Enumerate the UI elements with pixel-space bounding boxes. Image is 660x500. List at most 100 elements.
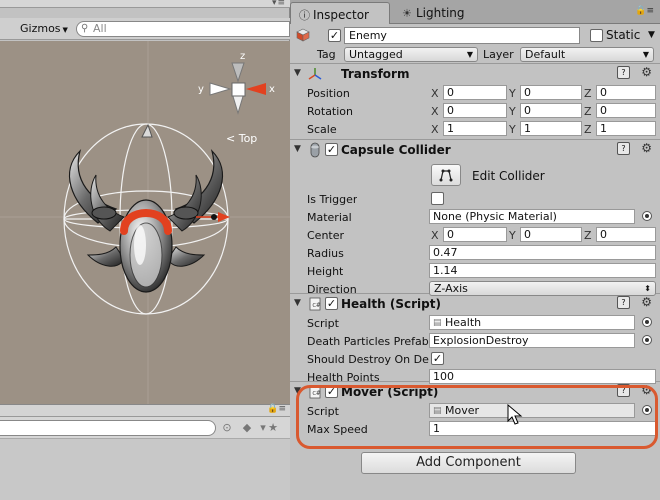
position-y-field[interactable]: 0 [520,85,582,100]
center-row: Center X 0 Y 0 Z 0 [290,226,660,244]
component-header[interactable]: ▼ c# ✓ Health (Script) ? ⚙ [290,294,660,314]
rotation-y-field[interactable]: 0 [520,103,582,118]
transform-position-row: Position X 0 Y 0 Z 0 [290,84,660,102]
foldout-arrow-icon[interactable]: ▼ [294,298,301,308]
chevron-down-icon[interactable]: ▼ [648,30,655,40]
tag-dropdown[interactable]: Untagged ▼ [344,47,478,62]
help-book-icon[interactable]: ? [617,384,630,397]
foldout-arrow-icon[interactable]: ▼ [294,144,301,154]
collider-enabled-checkbox[interactable]: ✓ [325,143,338,156]
max-speed-row: Max Speed 1 [290,420,660,438]
height-row: Height 1.14 [290,262,660,280]
tab-inspector[interactable]: ⓘ Inspector [290,2,390,24]
rotation-z-field[interactable]: 0 [596,103,656,118]
gameobject-cube-icon [296,28,310,42]
position-x-field[interactable]: 0 [443,85,507,100]
gizmos-dropdown[interactable]: Gizmos ▼ [20,22,68,35]
axis-label: Y [509,123,516,136]
axis-label: Z [584,123,592,136]
orientation-gizmo[interactable]: z x y < Top [198,51,275,145]
foldout-arrow-icon[interactable]: ▼ [294,386,301,396]
edit-collider-label: Edit Collider [472,169,545,183]
component-header[interactable]: ▼ Transform ? ⚙ [290,64,660,84]
help-book-icon[interactable]: ? [617,296,630,309]
project-search-input[interactable] [0,420,216,436]
add-component-button[interactable]: Add Component [361,452,576,474]
enemy-ship[interactable] [69,148,223,293]
row-label: Radius [307,247,344,260]
filter-type-icon[interactable]: ⊙ [220,422,234,434]
favorites-star-icon[interactable]: ★ [266,422,280,434]
scene-search-input[interactable]: ⚲ All [76,21,290,37]
search-icon: ⚲ [81,23,89,34]
center-z-field[interactable]: 0 [596,227,656,242]
is-trigger-checkbox[interactable] [431,192,444,205]
rotation-x-field[interactable]: 0 [443,103,507,118]
scene-tab-strip: ▾≡ [0,0,290,8]
foldout-arrow-icon[interactable]: ▼ [294,68,301,78]
should-destroy-checkbox[interactable]: ✓ [431,352,444,365]
gameobject-name-field[interactable]: Enemy [344,27,580,44]
panel-options-icon[interactable]: ▾≡ [272,0,286,8]
bottom-toolbar: ⊙ ◆ ▾ ★ [0,417,290,439]
panel-options-icon[interactable]: 🔒≡ [267,404,286,414]
tab-lighting[interactable]: ☀ Lighting [394,2,484,24]
gizmos-label: Gizmos [20,22,61,35]
search-placeholder: All [93,22,107,35]
gear-icon[interactable]: ⚙ [641,383,652,397]
health-enabled-checkbox[interactable]: ✓ [325,297,338,310]
axis-label: X [431,87,439,100]
axis-label: X [431,105,439,118]
gear-icon[interactable]: ⚙ [641,295,652,309]
edit-collider-button[interactable] [431,164,461,186]
static-checkbox[interactable] [590,29,603,42]
mover-script-component: ▼ c# ✓ Mover (Script) ? ⚙ Script ▤ Mover … [290,382,660,438]
transform-scale-row: Scale X 1 Y 1 Z 1 [290,120,660,138]
edit-collider-row: Edit Collider [290,160,660,190]
chevron-down-icon: ▼ [642,50,649,59]
row-label: Should Destroy On Death [307,353,429,366]
layer-value: Default [525,48,566,61]
object-picker-icon[interactable] [642,317,652,327]
max-speed-field[interactable]: 1 [429,421,656,436]
edit-collider-icon [439,169,453,182]
center-x-field[interactable]: 0 [443,227,507,242]
position-z-field[interactable]: 0 [596,85,656,100]
row-label: Center [307,229,345,242]
scale-y-field[interactable]: 1 [520,121,582,136]
component-header[interactable]: ▼ c# ✓ Mover (Script) ? ⚙ [290,382,660,402]
tag-label: Tag [317,48,336,61]
row-label: Max Speed [307,423,368,436]
gear-icon[interactable]: ⚙ [641,65,652,79]
mover-script-field[interactable]: ▤ Mover [429,403,635,418]
component-header[interactable]: ▼ ✓ Capsule Collider ? ⚙ [290,140,660,160]
filter-label-icon[interactable]: ◆ [240,422,254,434]
capsule-collider-component: ▼ ✓ Capsule Collider ? ⚙ Edit Collider I… [290,140,660,296]
object-picker-icon[interactable] [642,335,652,345]
health-script-field[interactable]: ▤ Health [429,315,635,330]
scene-viewport[interactable]: z x y < Top [0,41,290,404]
mover-script-row: Script ▤ Mover [290,402,660,420]
scene-canvas[interactable]: z x y < Top [0,41,290,404]
layer-dropdown[interactable]: Default ▼ [520,47,654,62]
help-book-icon[interactable]: ? [617,142,630,155]
help-book-icon[interactable]: ? [617,66,630,79]
health-script-row: Script ▤ Health [290,314,660,332]
gameobject-active-checkbox[interactable]: ✓ [328,29,341,42]
object-picker-icon[interactable] [642,211,652,221]
radius-field[interactable]: 0.47 [429,245,656,260]
scale-x-field[interactable]: 1 [443,121,507,136]
death-particles-row: Death Particles Prefab ExplosionDestroy [290,332,660,350]
row-label: Is Trigger [307,193,358,206]
height-field[interactable]: 1.14 [429,263,656,278]
axis-label-y: y [198,84,204,95]
object-picker-icon[interactable] [642,405,652,415]
panel-options-icon[interactable]: 🔒≡ [635,6,654,16]
gear-icon[interactable]: ⚙ [641,141,652,155]
center-y-field[interactable]: 0 [520,227,582,242]
axis-label: Y [509,87,516,100]
material-field[interactable]: None (Physic Material) [429,209,635,224]
mover-enabled-checkbox[interactable]: ✓ [325,385,338,398]
death-particles-field[interactable]: ExplosionDestroy [429,333,635,348]
scale-z-field[interactable]: 1 [596,121,656,136]
